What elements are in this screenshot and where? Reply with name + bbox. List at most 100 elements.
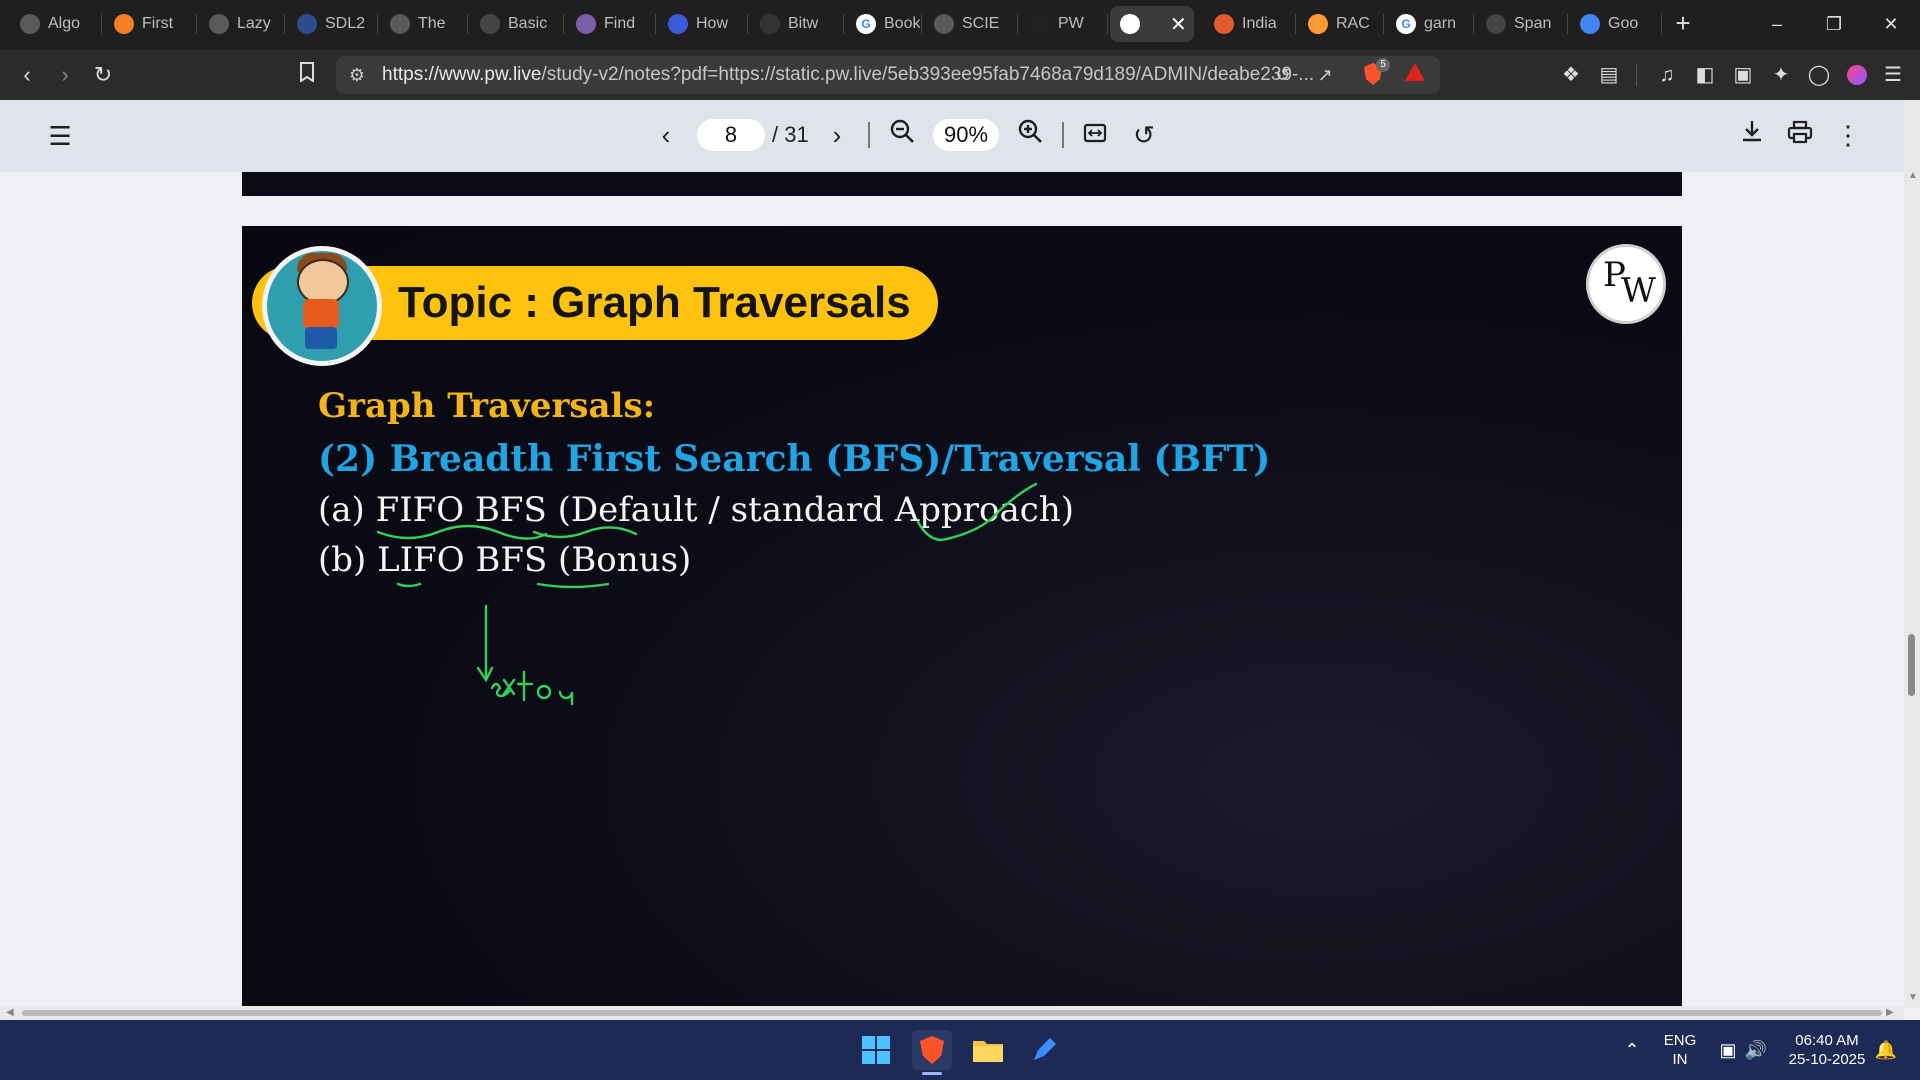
profile-icon[interactable] (1842, 60, 1872, 90)
horizontal-scrollbar[interactable]: ◀ ▶ (0, 1006, 1904, 1020)
browser-tab[interactable]: Find (566, 6, 656, 42)
browser-tab[interactable]: Ggarn (1386, 6, 1474, 42)
browser-tab[interactable]: Bitw (750, 6, 844, 42)
browser-tab[interactable]: RAC (1298, 6, 1384, 42)
list-item-b: (b) LIFO BFS (Bonus) (318, 540, 692, 580)
leo-ai-icon[interactable]: ✦ (1766, 60, 1796, 90)
minimize-button[interactable]: – (1757, 8, 1797, 40)
browser-tab[interactable]: SDL2 (287, 6, 378, 42)
browser-tab[interactable]: Lazy (199, 6, 285, 42)
underline-bonus (536, 582, 610, 589)
zoom-level-input[interactable]: 90% (933, 119, 999, 151)
browser-tab[interactable]: Algo (10, 6, 102, 42)
tab-separator (1295, 14, 1296, 34)
browser-tab[interactable]: Span (1476, 6, 1568, 42)
active-app-indicator (922, 1072, 942, 1075)
page-number-input[interactable]: 8 (697, 119, 765, 151)
tab-title: Algo (48, 15, 81, 32)
browser-tab[interactable]: How (658, 6, 748, 42)
wallet-icon[interactable]: ▣ (1728, 60, 1758, 90)
brain-icon (576, 14, 596, 34)
close-tab-icon[interactable]: ✕ (1170, 12, 1187, 37)
browser-tab[interactable]: India (1204, 6, 1296, 42)
url-text[interactable]: https://www.pw.live/study-v2/notes?pdf=h… (382, 56, 1314, 94)
print-icon[interactable] (1782, 117, 1818, 153)
browser-tab[interactable]: Basic (470, 6, 564, 42)
gemini-icon (1580, 14, 1600, 34)
browser-tab[interactable]: G Book (846, 6, 922, 42)
bookmark-icon[interactable] (292, 60, 322, 90)
file-explorer-icon[interactable] (968, 1030, 1008, 1070)
more-options-icon[interactable]: ⋮ (1830, 117, 1866, 153)
scroll-left-arrow-icon[interactable]: ◀ (6, 1007, 14, 1018)
tab-title: The (418, 15, 446, 32)
reader-mode-icon[interactable]: ▤ (1594, 60, 1624, 90)
globe-icon (209, 14, 229, 34)
tab-separator (655, 14, 656, 34)
navigation-bar: ‹ › ↻ ⚙ https://www.pw.live/study-v2/not… (0, 50, 1920, 100)
tab-title: Goo (1608, 15, 1639, 32)
clock-date: 25-10-2025 (1788, 1051, 1866, 1068)
grid-icon (480, 14, 500, 34)
language-indicator[interactable]: ENG IN (1660, 1031, 1700, 1069)
scroll-up-arrow-icon[interactable]: ▲ (1908, 170, 1918, 181)
browser-tab[interactable]: SCIE (924, 6, 1018, 42)
stack-icon (114, 14, 134, 34)
next-page-button[interactable]: › (819, 117, 855, 153)
previous-page-button[interactable]: ‹ (648, 117, 684, 153)
notifications-icon[interactable]: 🔔 (1866, 1030, 1906, 1070)
menu-icon[interactable]: ☰ (1878, 60, 1908, 90)
globe-icon (390, 14, 410, 34)
horizontal-scroll-thumb[interactable] (22, 1010, 1882, 1016)
reload-button[interactable]: ↻ (88, 60, 118, 90)
hamburger-menu-icon[interactable]: ☰ (42, 118, 78, 154)
vertical-scroll-thumb[interactable] (1908, 634, 1915, 696)
pdf-viewer-area[interactable]: Topic : Graph Traversals P W Graph Trave… (0, 172, 1920, 1008)
tab-title: PW (1058, 15, 1084, 32)
tab-title: Bitw (788, 15, 819, 32)
toolbar-separator (1062, 122, 1064, 148)
previous-page-bottom (242, 172, 1682, 196)
scroll-down-arrow-icon[interactable]: ▼ (1908, 992, 1918, 1003)
site-settings-icon[interactable]: ⚙ (344, 62, 370, 88)
close-window-button[interactable]: ✕ (1871, 8, 1911, 40)
back-button[interactable]: ‹ (12, 60, 42, 90)
sdl-icon (297, 14, 317, 34)
extensions-icon[interactable]: ❖ (1556, 60, 1586, 90)
rotate-icon[interactable]: ↺ (1126, 117, 1162, 153)
underline-lifo (396, 582, 422, 588)
openai-icon (1486, 14, 1506, 34)
restore-button[interactable]: ❐ (1814, 8, 1854, 40)
browser-tab[interactable]: Goo (1570, 6, 1662, 42)
handwritten-note: extra (242, 226, 245, 227)
sidebar-icon[interactable]: ◧ (1690, 60, 1720, 90)
brave-taskbar-icon[interactable] (912, 1030, 952, 1070)
zoom-out-icon[interactable] (884, 117, 920, 153)
pen-app-icon[interactable] (1024, 1030, 1064, 1070)
toolbar-divider (1636, 64, 1637, 86)
vertical-scrollbar[interactable]: ▲ ▼ (1904, 100, 1920, 1008)
pw-logo: P W (1586, 244, 1666, 324)
scroll-right-arrow-icon[interactable]: ▶ (1886, 1007, 1894, 1018)
history-icon[interactable]: ↺ (1270, 62, 1296, 88)
start-button-icon[interactable] (856, 1030, 896, 1070)
clock[interactable]: 06:40 AM 25-10-2025 (1782, 1031, 1872, 1069)
browser-tab[interactable]: First (104, 6, 197, 42)
download-icon[interactable] (1734, 117, 1770, 153)
forward-button[interactable]: › (50, 60, 80, 90)
browser-tab[interactable]: The (380, 6, 468, 42)
tab-separator (1383, 14, 1384, 34)
vpn-icon[interactable]: ◯ (1804, 60, 1834, 90)
address-bar[interactable]: ⚙ https://www.pw.live/study-v2/notes?pdf… (336, 56, 1440, 94)
show-hidden-icons-icon[interactable]: ⌃ (1612, 1030, 1652, 1070)
bookmark-icon (668, 14, 688, 34)
share-icon[interactable]: ↗ (1312, 62, 1338, 88)
browser-tab[interactable]: PW (1020, 6, 1108, 42)
fit-to-page-icon[interactable] (1077, 117, 1113, 153)
volume-icon[interactable]: 🔊 (1736, 1030, 1776, 1070)
browser-tab[interactable]: ✕ (1110, 6, 1194, 42)
brave-rewards-icon[interactable] (1402, 62, 1428, 88)
media-icon[interactable]: ♫ (1652, 60, 1682, 90)
new-tab-button[interactable]: + (1668, 8, 1698, 38)
zoom-in-icon[interactable] (1012, 117, 1048, 153)
